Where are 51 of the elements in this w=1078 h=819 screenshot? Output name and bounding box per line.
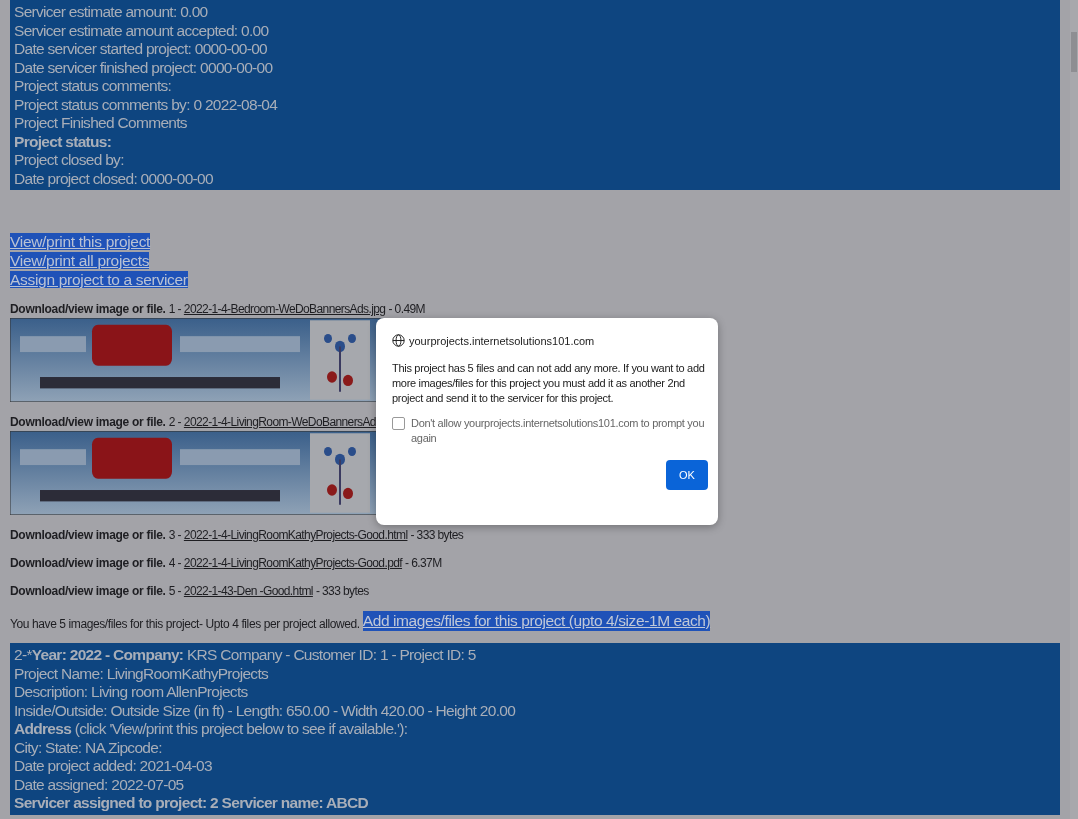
info-line: City: State: NA Zipcode: — [14, 738, 163, 757]
file-link[interactable]: 2022-1-4-LivingRoomKathyProjects-Good.html — [183, 527, 408, 543]
info-line: Servicer estimate amount accepted: 0.00 — [14, 21, 270, 40]
info-line: Date assigned: 2022-07-05 — [14, 775, 185, 794]
link[interactable]: View/print this project — [10, 233, 151, 250]
file-number: 2 - — [168, 414, 181, 430]
info-line: Project status comments: — [14, 77, 173, 96]
add-files-link[interactable]: Add images/files for this project (upto 4/size-1M each) — [362, 611, 711, 631]
info-line: 2-*Year: 2022 - Company: KRS Company - Customer ID: 1 - Project ID: 5 — [14, 646, 477, 665]
file-label: Download/view image or file. — [10, 414, 166, 430]
file-label: Download/view image or file. — [10, 555, 166, 571]
files-note: You have 5 images/files for this project- Upto 4 files per project allowed. — [10, 617, 360, 631]
info-line: Project Finished Comments — [14, 114, 188, 133]
file-link[interactable]: 2022-1-4-LivingRoomKathyProjects-Good.pdf — [183, 555, 403, 571]
info-line: Project Name: LivingRoomKathyProjects — [14, 664, 270, 683]
info-line: Address (click 'View/print this project below to see if available.'): — [14, 720, 409, 739]
link[interactable]: Assign project to a servicer — [10, 271, 188, 288]
info-line: Date servicer started project: 0000-00-00 — [14, 40, 269, 59]
info-line: Project status: — [14, 132, 113, 151]
file-link[interactable]: 2022-1-4-Bedroom-WeDoBannersAds.jpg — [183, 301, 386, 317]
info-line: Inside/Outside: Outside Size (in ft) - Length: 650.00 - Width 420.00 - Height 20.00 — [14, 701, 517, 720]
info-line: Project closed by: — [14, 151, 125, 170]
checkbox[interactable] — [392, 417, 405, 430]
file-size: - 0.49M — [388, 301, 425, 317]
dialog-message: This project has 5 files and can not add any more. If you want to add more images/files for this project you must add it as another 2nd project and send it to the servicer for this project. — [392, 361, 706, 406]
file-link[interactable]: 2022-1-43-Den -Good.html — [183, 583, 313, 599]
file-number: 5 - — [168, 583, 181, 599]
file-label: Download/view image or file. — [10, 301, 166, 317]
link[interactable]: View/print all projects — [10, 252, 150, 269]
globe-icon — [392, 334, 405, 347]
scrollbar[interactable] — [1070, 0, 1078, 819]
file-link[interactable]: 2022-1-4-LivingRoom-WeDoBannersAd — [183, 414, 376, 430]
file-number: 3 - — [168, 527, 181, 543]
file-size: - 333 bytes — [315, 583, 369, 599]
file-label: Download/view image or file. — [10, 527, 166, 543]
dialog-origin: yourprojects.internetsolutions101.com — [409, 334, 595, 347]
info-line: Servicer assigned to project: 2 Servicer name: ABCD — [14, 794, 369, 813]
info-line: Date servicer finished project: 0000-00-00 — [14, 58, 274, 77]
file-number: 1 - — [168, 301, 181, 317]
info-line: Description: Living room AllenProjects — [14, 683, 249, 702]
info-line: Servicer estimate amount: 0.00 — [14, 3, 209, 22]
file-label: Download/view image or file. — [10, 583, 166, 599]
file-size: - 333 bytes — [410, 527, 464, 543]
info-line: Date project closed: 0000-00-00 — [14, 169, 214, 188]
ok-button[interactable]: OK — [666, 460, 708, 490]
info-line: Date project added: 2021-04-03 — [14, 757, 213, 776]
scrollbar-thumb[interactable] — [1071, 32, 1077, 72]
checkbox-label: Don't allow yourprojects.internetsolutions101.com to prompt you again — [411, 416, 706, 446]
file-size: - 6.37M — [405, 555, 442, 571]
info-line: Project status comments by: 0 2022-08-04 — [14, 95, 279, 114]
file-number: 4 - — [168, 555, 181, 571]
